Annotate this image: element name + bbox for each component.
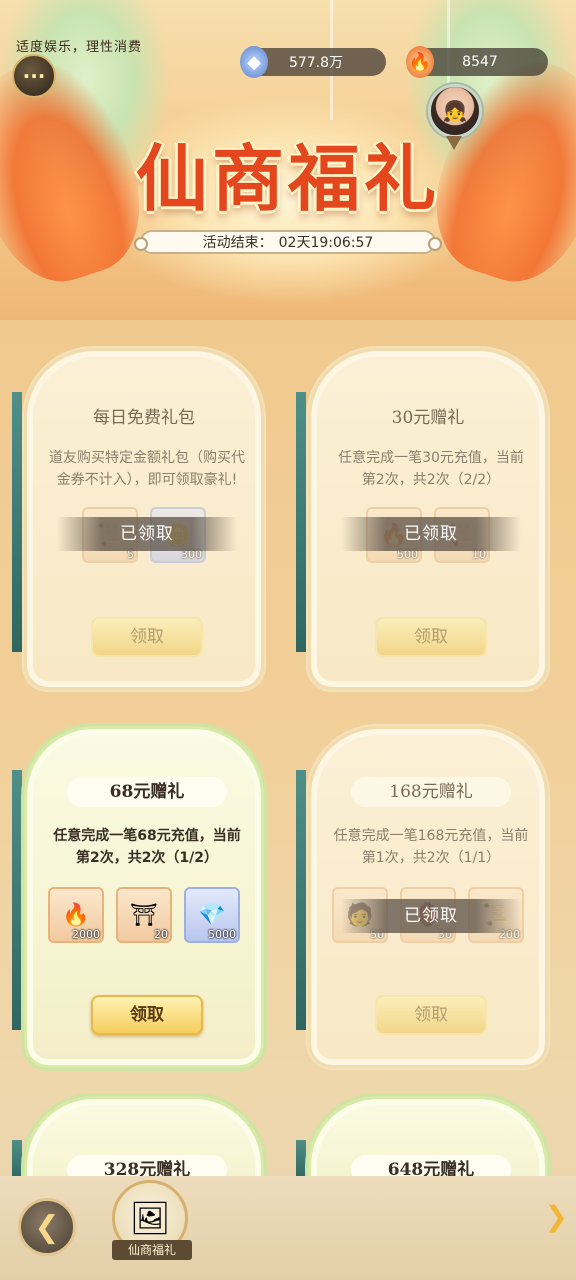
chat-bubble-icon: ···	[22, 64, 46, 88]
reward-items: 🔥 2000 ⛩ 20 💎 5000	[27, 887, 261, 945]
crystal-icon: 💎	[198, 902, 226, 928]
gift-card-68: 68元赠礼 任意完成一笔68元充值，当前第2次，共2次（1/2） 🔥 2000 ⛩…	[24, 726, 264, 1068]
card-side-decoration	[12, 770, 22, 1030]
pavilion-icon: ⛩	[130, 902, 158, 928]
flame-gem-icon: 🔥	[406, 46, 434, 78]
card-description: 任意完成一笔168元充值，当前第1次，共2次（1/1）	[333, 828, 529, 866]
card-title: 每日免费礼包	[93, 408, 195, 428]
page-title: 仙商福礼	[135, 136, 440, 221]
bottom-nav-bar	[0, 1176, 576, 1280]
gift-card-daily-free: 每日免费礼包 道友购买特定金额礼包（购买代金券不计入），即可领取豪礼! 📜5 🪙…	[24, 348, 264, 690]
reward-item[interactable]: 🔥 2000	[48, 887, 104, 943]
card-description: 任意完成一笔68元充值，当前第2次，共2次（1/2）	[53, 828, 241, 866]
card-title: 68元赠礼	[67, 777, 227, 807]
claimed-status: 已领取	[341, 517, 521, 551]
card-description: 任意完成一笔30元充值，当前第2次，共2次（2/2）	[338, 450, 524, 488]
reward-item[interactable]: 💎 5000	[184, 887, 240, 943]
claimed-status: 已领取	[57, 517, 237, 551]
scroll-painting-icon: 🖼	[129, 1199, 171, 1237]
card-side-decoration	[296, 392, 306, 652]
spirit-stone-icon: ◆	[240, 46, 268, 78]
reward-item[interactable]: ⛩ 20	[116, 887, 172, 943]
timer-value: 02天19:06:57	[278, 235, 374, 251]
back-button[interactable]: ❮	[18, 1198, 76, 1256]
event-timer: 活动结束： 02天19:06:57	[134, 230, 442, 254]
card-side-decoration	[12, 392, 22, 652]
gift-card-30: 30元赠礼 任意完成一笔30元充值，当前第2次，共2次（2/2） 🔥500 📜1…	[308, 348, 548, 690]
chevron-right-icon[interactable]: ❯	[545, 1200, 568, 1233]
card-side-decoration	[296, 770, 306, 1030]
card-title: 30元赠礼	[391, 408, 465, 428]
currency-spirit-stone[interactable]: ◆ 577.8万	[240, 46, 386, 78]
claimed-status: 已领取	[341, 899, 521, 933]
card-title: 168元赠礼	[351, 777, 511, 807]
currency-value: 577.8万	[288, 55, 344, 71]
tab-label: 仙商福礼	[112, 1240, 192, 1260]
currency-flame-gem[interactable]: 🔥 8547	[406, 46, 548, 78]
card-side-decoration	[12, 1140, 22, 1180]
gift-card-168: 168元赠礼 任意完成一笔168元充值，当前第1次，共2次（1/1） 🧑50 🏮…	[308, 726, 548, 1068]
card-description: 道友购买特定金额礼包（购买代金券不计入），即可领取豪礼!	[49, 450, 245, 488]
chat-button[interactable]: ···	[12, 54, 56, 98]
claim-button[interactable]: 领取	[91, 995, 203, 1035]
claim-button[interactable]: 领取	[91, 617, 203, 657]
card-side-decoration	[296, 1140, 306, 1180]
health-notice: 适度娱乐，理性消费	[16, 40, 143, 55]
back-arrow-icon: ❮	[34, 1209, 60, 1245]
claim-button[interactable]: 领取	[375, 617, 487, 657]
flame-icon: 🔥	[62, 902, 90, 928]
claim-button[interactable]: 领取	[375, 995, 487, 1035]
timer-label: 活动结束：	[202, 235, 273, 251]
currency-value: 8547	[462, 54, 498, 70]
